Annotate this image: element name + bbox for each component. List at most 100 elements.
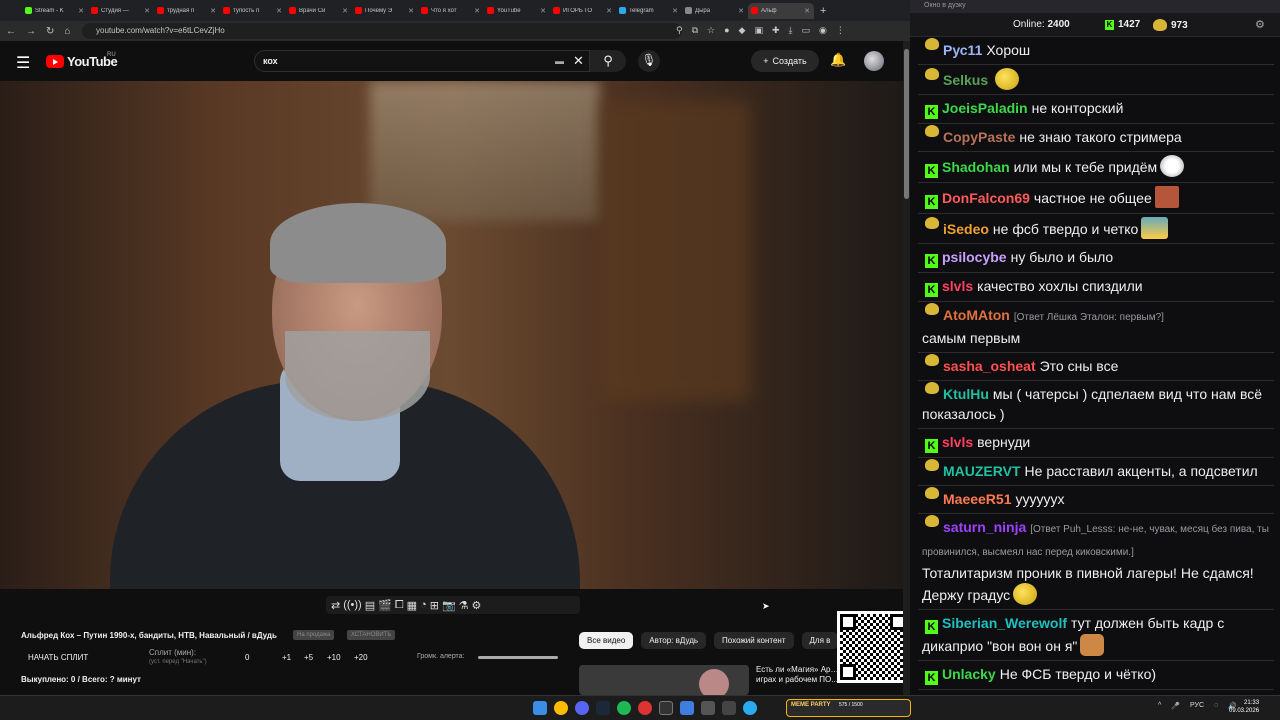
tab-close-icon[interactable]: ✕ xyxy=(672,7,678,15)
browser-tab[interactable]: Telegram ✕ xyxy=(616,3,682,19)
clapper-icon[interactable]: 🎬 xyxy=(378,599,392,612)
browser-tab[interactable]: Дыра ✕ xyxy=(682,3,748,19)
notifications-bell-icon[interactable]: 🔔 xyxy=(830,52,846,68)
loop-icon[interactable]: ⇄ xyxy=(331,599,340,612)
star-icon[interactable]: ☆ xyxy=(707,25,715,36)
download-icon[interactable]: ⤓ xyxy=(789,25,793,36)
profile-icon[interactable]: ◉ xyxy=(819,25,827,36)
app-icon[interactable] xyxy=(680,701,694,715)
tab-close-icon[interactable]: ✕ xyxy=(738,7,744,15)
voice-search-button[interactable]: 🎙 xyxy=(638,50,660,72)
browser-tab[interactable]: Почему Э ✕ xyxy=(352,3,418,19)
steam-icon[interactable] xyxy=(596,701,610,715)
create-button[interactable]: + Создать xyxy=(751,50,819,72)
menu-icon[interactable]: ⋮ xyxy=(836,25,845,36)
tag-badge[interactable]: ХСТАНОВИТЬ xyxy=(347,630,396,640)
split-add-button[interactable]: +1 xyxy=(282,653,304,662)
chip-related[interactable]: Похожий контент xyxy=(714,632,794,649)
chat-username[interactable]: Selkus xyxy=(943,72,988,88)
tab-close-icon[interactable]: ✕ xyxy=(408,7,414,15)
video-player[interactable] xyxy=(0,81,905,589)
browser-tab[interactable]: Альф ✕ xyxy=(748,2,814,19)
tab-close-icon[interactable]: ✕ xyxy=(804,7,810,15)
install-icon[interactable]: ⧉ xyxy=(692,25,698,36)
chip-author[interactable]: Автор: вДудь xyxy=(641,632,707,649)
extension-icon[interactable]: ▣ xyxy=(754,25,763,36)
split-add-button[interactable]: +10 xyxy=(327,653,354,662)
browser-tab[interactable]: ИГОРЬ ГО ✕ xyxy=(550,3,616,19)
chrome-icon[interactable] xyxy=(554,701,568,715)
chat-username[interactable]: psilocybe xyxy=(942,249,1007,265)
chat-username[interactable]: Siberian_Werewolf xyxy=(942,615,1067,631)
chat-username[interactable]: KtulHu xyxy=(943,386,989,402)
picture-in-picture-icon[interactable]: ⧠ xyxy=(395,599,404,612)
extension-icon[interactable]: ● xyxy=(724,25,729,36)
chat-username[interactable]: Shadohan xyxy=(942,159,1010,175)
cinema-icon[interactable]: ▦ xyxy=(407,599,417,612)
browser-tab[interactable]: Stream - K ✕ xyxy=(22,3,88,19)
clear-search-icon[interactable]: ✕ xyxy=(573,53,584,69)
app-icon[interactable] xyxy=(638,701,652,715)
split-add-button[interactable]: +5 xyxy=(304,653,327,662)
chip-for-you[interactable]: Для в xyxy=(801,632,839,649)
chat-username[interactable]: DonFalcon69 xyxy=(942,190,1030,206)
tab-close-icon[interactable]: ✕ xyxy=(144,7,150,15)
chat-username[interactable]: slvls xyxy=(942,434,973,450)
page-scrollbar[interactable] xyxy=(903,41,910,695)
search-input[interactable]: кох ▬ ✕ xyxy=(254,50,590,72)
obs-icon[interactable] xyxy=(659,701,673,715)
url-field[interactable]: youtube.com/watch?v=e6tLCevZjHo xyxy=(82,23,682,39)
chat-username[interactable]: MaeeeR51 xyxy=(943,491,1012,507)
browser-tab[interactable]: Врачи Си ✕ xyxy=(286,3,352,19)
start-split-button[interactable]: НАЧАТЬ СПЛИТ xyxy=(28,653,88,662)
home-icon[interactable]: ⌂ xyxy=(64,26,70,37)
chevron-up-icon[interactable]: ^ xyxy=(1158,702,1161,710)
gear-icon[interactable]: ⚙ xyxy=(472,599,482,612)
tab-close-icon[interactable]: ✕ xyxy=(342,7,348,15)
chat-username[interactable]: AtoMAton xyxy=(943,307,1010,323)
browser-tab[interactable]: Что я хот ✕ xyxy=(418,3,484,19)
flask-icon[interactable]: ⚗ xyxy=(459,599,469,612)
extension-icon[interactable]: ✚ xyxy=(772,25,780,36)
reload-icon[interactable]: ↻ xyxy=(46,26,54,37)
chat-username[interactable]: sasha_osheat xyxy=(943,358,1036,374)
tab-close-icon[interactable]: ✕ xyxy=(540,7,546,15)
tab-close-icon[interactable]: ✕ xyxy=(78,7,84,15)
language-indicator[interactable]: РУС xyxy=(1190,702,1204,710)
chat-username[interactable]: CopyPaste xyxy=(943,129,1015,145)
youtube-logo[interactable]: YouTube RU xyxy=(46,52,118,69)
tab-close-icon[interactable]: ✕ xyxy=(606,7,612,15)
alert-volume-slider[interactable] xyxy=(478,656,558,659)
tab-close-icon[interactable]: ✕ xyxy=(210,7,216,15)
new-tab-button[interactable]: + xyxy=(820,5,826,17)
search-button[interactable]: ⚲ xyxy=(590,50,626,72)
broadcast-icon[interactable]: ((•)) xyxy=(343,599,362,611)
speed-icon[interactable]: ◔ xyxy=(420,599,427,611)
browser-tab[interactable]: тупость п ✕ xyxy=(220,3,286,19)
chat-username[interactable]: Unlacky xyxy=(942,666,996,682)
windows-start-icon[interactable] xyxy=(533,701,547,715)
split-add-button[interactable]: +20 xyxy=(354,653,381,662)
forward-icon[interactable]: → xyxy=(26,26,36,37)
chat-username[interactable]: Рус11 xyxy=(943,42,982,58)
avatar[interactable] xyxy=(864,51,884,71)
hamburger-menu-icon[interactable]: ☰ xyxy=(16,53,30,73)
chat-settings-icon[interactable]: ⚙ xyxy=(1255,18,1265,31)
mic-icon[interactable]: 🎤 xyxy=(1171,702,1180,710)
wifi-icon[interactable]: ◌ xyxy=(1214,702,1218,710)
chat-username[interactable]: slvls xyxy=(942,278,973,294)
keyboard-icon[interactable]: ▬ xyxy=(555,56,564,66)
chip-all-videos[interactable]: Все видео xyxy=(579,632,634,649)
chat-username[interactable]: JoeisPaladin xyxy=(942,100,1028,116)
chat-username[interactable]: MAUZERVT xyxy=(943,463,1021,479)
extension-icon[interactable]: ◆ xyxy=(739,25,746,36)
browser-tab[interactable]: Студия — ✕ xyxy=(88,3,154,19)
telegram-icon[interactable] xyxy=(743,701,757,715)
screenshot-icon[interactable]: 📷 xyxy=(442,599,456,612)
clock[interactable]: 21:33 09.03.2026 xyxy=(1229,699,1259,715)
browser-tab[interactable]: YouTube ✕ xyxy=(484,3,550,19)
sidebar-icon[interactable]: ▭ xyxy=(802,25,811,36)
recommended-video-thumbnail[interactable] xyxy=(579,665,749,695)
zoom-icon[interactable]: ⚲ xyxy=(676,25,683,36)
tab-close-icon[interactable]: ✕ xyxy=(474,7,480,15)
